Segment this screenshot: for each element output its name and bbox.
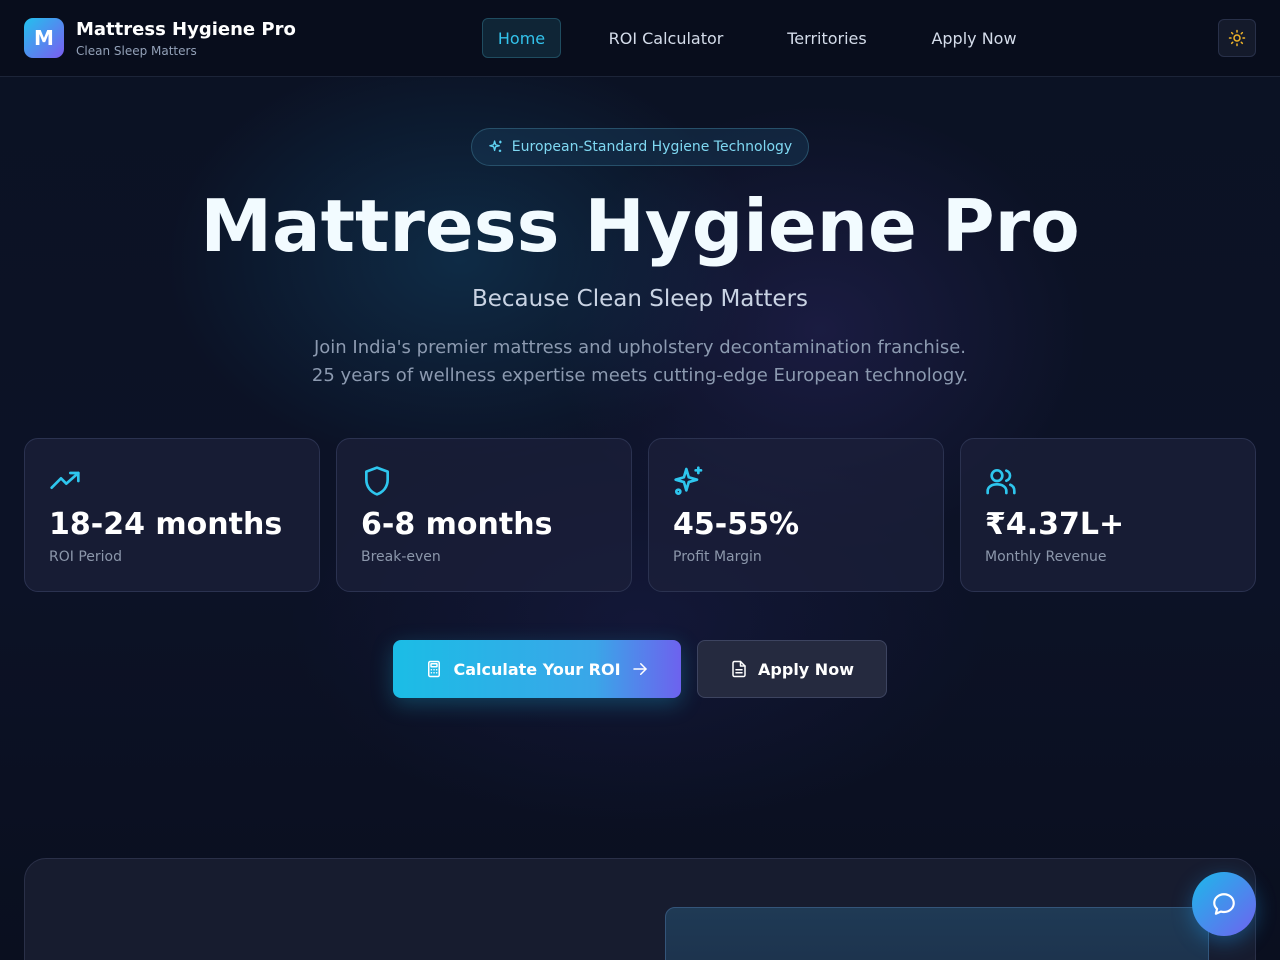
nav-territories[interactable]: Territories <box>776 18 878 58</box>
stat-label: ROI Period <box>49 549 122 565</box>
calculator-icon <box>428 660 441 678</box>
app-tagline: Clean Sleep Matters <box>76 44 197 58</box>
stat-value: ₹4.37L+ <box>985 507 1125 542</box>
stat-card-break-even: 6-8 months Break-even <box>336 438 632 592</box>
shield-icon <box>365 466 389 496</box>
sparkles-icon <box>488 140 502 152</box>
stat-value: 45-55% <box>673 507 800 542</box>
stat-label: Break-even <box>361 549 441 565</box>
app-logo[interactable]: M <box>24 18 64 58</box>
sparkles-icon <box>674 466 703 495</box>
feature-panel <box>24 858 1256 960</box>
arrow-right-icon <box>632 663 647 675</box>
chat-bubble-icon <box>1213 893 1235 915</box>
apply-now-label: Apply Now <box>758 659 854 679</box>
hero-description: Join India's premier mattress and uphols… <box>0 334 1280 390</box>
theme-toggle-button[interactable] <box>1218 19 1256 57</box>
users-icon <box>986 469 1016 495</box>
stat-card-roi-period: 18-24 months ROI Period <box>24 438 320 592</box>
nav-apply-now[interactable]: Apply Now <box>920 18 1028 58</box>
file-text-icon <box>732 660 746 678</box>
nav-home[interactable]: Home <box>482 18 561 58</box>
stat-label: Monthly Revenue <box>985 549 1107 565</box>
hero-title: Mattress Hygiene Pro <box>200 184 1080 268</box>
top-navbar: M Mattress Hygiene Pro Clean Sleep Matte… <box>0 0 1280 77</box>
hero-description-line-1: Join India's premier mattress and uphols… <box>313 337 966 358</box>
hero-description-line-2: 25 years of wellness expertise meets cut… <box>311 365 969 386</box>
chat-button[interactable] <box>1192 872 1256 936</box>
calculate-roi-label: Calculate Your ROI <box>453 659 621 679</box>
feature-panel-card <box>665 907 1209 960</box>
hero-badge: European-Standard Hygiene Technology <box>471 128 809 166</box>
sun-icon <box>1228 29 1246 47</box>
stat-label: Profit Margin <box>673 549 762 565</box>
hero-subtitle: Because Clean Sleep Matters <box>471 286 809 312</box>
stat-value: 18-24 months <box>49 507 283 542</box>
apply-now-button[interactable]: Apply Now <box>697 640 887 698</box>
trending-up-icon <box>50 471 80 489</box>
stat-card-monthly-revenue: ₹4.37L+ Monthly Revenue <box>960 438 1256 592</box>
logo-letter: M <box>34 26 54 50</box>
stat-value: 6-8 months <box>361 507 553 542</box>
app-title[interactable]: Mattress Hygiene Pro <box>76 19 296 40</box>
nav-roi-calculator[interactable]: ROI Calculator <box>597 18 735 58</box>
hero-badge-label: European-Standard Hygiene Technology <box>511 139 793 155</box>
stat-card-profit-margin: 45-55% Profit Margin <box>648 438 944 592</box>
calculate-roi-button[interactable]: Calculate Your ROI <box>393 640 681 698</box>
